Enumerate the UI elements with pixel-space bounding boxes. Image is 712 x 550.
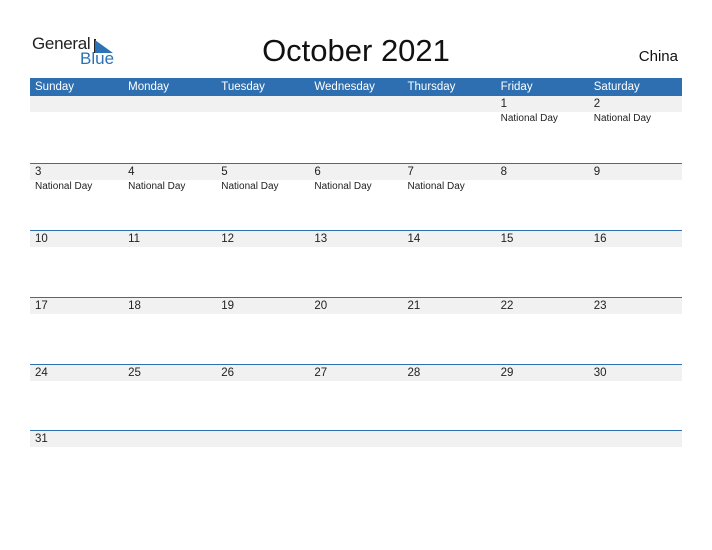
day-number: 7 xyxy=(407,166,414,178)
weekday-thursday: Thursday xyxy=(407,81,456,93)
day-number: 22 xyxy=(500,300,514,312)
day-cell: 8 xyxy=(496,164,589,231)
day-number: 4 xyxy=(128,166,135,178)
day-cell: 19 xyxy=(216,298,309,365)
day-cell: 5 National Day xyxy=(216,164,309,231)
country-label: China xyxy=(638,48,678,65)
day-cell: 12 xyxy=(216,231,309,298)
day-number: 13 xyxy=(314,233,328,245)
week-row: 24 25 26 27 28 29 30 xyxy=(30,364,682,432)
day-cell: 23 xyxy=(589,298,682,365)
weekday-sunday: Sunday xyxy=(35,81,75,93)
day-cell: 21 xyxy=(403,298,496,365)
day-number: 8 xyxy=(500,166,508,178)
day-cell xyxy=(309,431,402,498)
day-cell: 28 xyxy=(403,365,496,432)
day-cell: 22 xyxy=(496,298,589,365)
day-cell xyxy=(496,431,589,498)
day-cell xyxy=(216,431,309,498)
day-number: 21 xyxy=(407,300,421,312)
holiday-label: National Day xyxy=(593,113,652,124)
holiday-label: National Day xyxy=(128,181,186,192)
day-number: 14 xyxy=(407,233,421,245)
day-cell xyxy=(123,96,216,163)
day-cell: 18 xyxy=(123,298,216,365)
day-cell: 17 xyxy=(30,298,123,365)
day-cell: 1 National Day xyxy=(496,96,589,163)
day-number: 1 xyxy=(500,98,508,110)
day-cell: 31 xyxy=(30,431,123,498)
day-number: 17 xyxy=(35,300,48,312)
day-number: 9 xyxy=(593,166,601,178)
day-number: 30 xyxy=(593,367,607,379)
day-cell xyxy=(403,431,496,498)
day-cell: 25 xyxy=(123,365,216,432)
day-cell xyxy=(216,96,309,163)
day-number: 23 xyxy=(593,300,607,312)
holiday-label: National Day xyxy=(35,181,93,192)
holiday-label: National Day xyxy=(314,181,372,192)
day-cell: 29 xyxy=(496,365,589,432)
day-number: 25 xyxy=(128,367,141,379)
day-number: 12 xyxy=(221,233,235,245)
page-title: October 2021 xyxy=(262,33,450,68)
week-row: 10 11 12 13 14 15 16 xyxy=(30,230,682,298)
holiday-label: National Day xyxy=(500,113,558,124)
day-cell: 14 xyxy=(403,231,496,298)
day-number: 5 xyxy=(221,166,228,178)
day-cell: 4 National Day xyxy=(123,164,216,231)
day-number: 29 xyxy=(500,367,514,379)
day-number: 16 xyxy=(593,233,607,245)
week-row: 3 National Day 4 National Day 5 National Day 6… xyxy=(30,163,682,231)
day-number: 26 xyxy=(221,367,235,379)
day-number: 27 xyxy=(314,367,328,379)
weekday-saturday: Saturday xyxy=(593,81,640,93)
day-cell: 15 xyxy=(496,231,589,298)
day-number: 19 xyxy=(221,300,235,312)
day-cell: 6 National Day xyxy=(309,164,402,231)
day-cell: 20 xyxy=(309,298,402,365)
day-cell: 7 National Day xyxy=(403,164,496,231)
day-cell: 3 National Day xyxy=(30,164,123,231)
day-cell xyxy=(589,431,682,498)
day-cell: 30 xyxy=(589,365,682,432)
day-cell: 27 xyxy=(309,365,402,432)
day-cell: 16 xyxy=(589,231,682,298)
day-number: 18 xyxy=(128,300,141,312)
day-number: 3 xyxy=(35,166,42,178)
day-cell xyxy=(123,431,216,498)
weekday-header: Sunday Monday Tuesday Wednesday Thursday… xyxy=(30,78,682,96)
day-cell: 11 xyxy=(123,231,216,298)
day-cell: 9 xyxy=(589,164,682,231)
week-row: 31 xyxy=(30,430,682,498)
holiday-label: National Day xyxy=(407,181,465,192)
week-row: 1 National Day 2 National Day xyxy=(30,96,682,163)
day-number: 28 xyxy=(407,367,421,379)
day-number: 20 xyxy=(314,300,328,312)
weekday-monday: Monday xyxy=(128,81,170,93)
day-number: 10 xyxy=(35,233,48,245)
day-number: 24 xyxy=(35,367,48,379)
day-number: 15 xyxy=(500,233,514,245)
weekday-wednesday: Wednesday xyxy=(314,81,375,93)
day-number: 31 xyxy=(35,433,48,445)
week-row: 17 18 19 20 21 22 23 xyxy=(30,297,682,365)
holiday-label: National Day xyxy=(221,181,279,192)
day-cell xyxy=(30,96,123,163)
day-cell: 24 xyxy=(30,365,123,432)
weekday-tuesday: Tuesday xyxy=(221,81,265,93)
day-number: 11 xyxy=(128,233,141,245)
day-cell: 26 xyxy=(216,365,309,432)
day-number: 6 xyxy=(314,166,321,178)
day-number: 2 xyxy=(593,98,601,110)
day-cell: 2 National Day xyxy=(589,96,682,163)
weekday-friday: Friday xyxy=(500,81,533,93)
day-cell xyxy=(403,96,496,163)
day-cell: 10 xyxy=(30,231,123,298)
day-cell: 13 xyxy=(309,231,402,298)
day-cell xyxy=(309,96,402,163)
